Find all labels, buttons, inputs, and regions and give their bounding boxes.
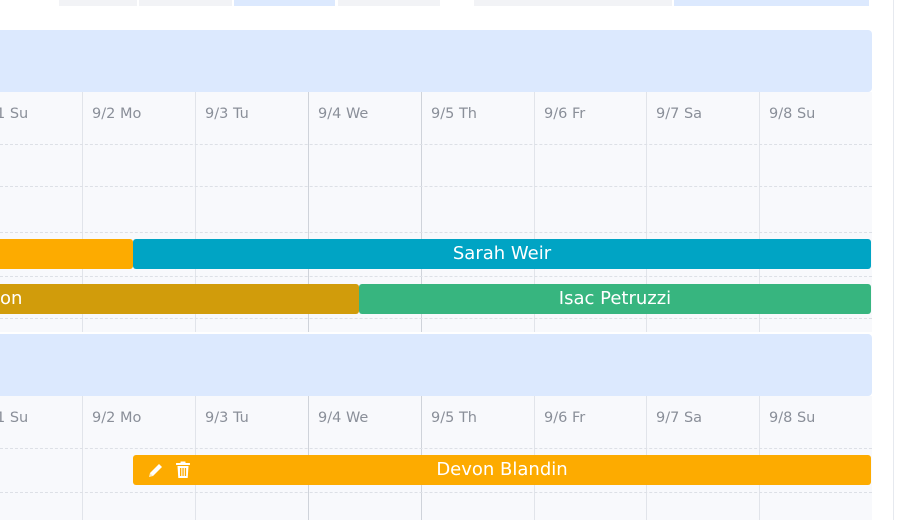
booking-bar-sarah-weir[interactable]: Sarah Weir [133,239,871,269]
day-label-fri: 9/6 Fr [544,410,586,426]
day-label-mon: 9/2 Mo [92,106,142,122]
section-header-2 [0,334,872,396]
day-label-sun-2: 9/8 Su [769,106,816,122]
booking-bar-orange[interactable] [0,239,133,269]
day-label-sun-2: 9/8 Su [769,410,816,426]
day-label-tue: 9/3 Tu [205,106,249,122]
day-label-tue: 9/3 Tu [205,410,249,426]
row-divider [0,448,872,449]
row-divider [0,232,872,233]
day-label-mon: 9/2 Mo [92,410,142,426]
day-label-fri: 9/6 Fr [544,106,586,122]
booking-bar-devon-blandin[interactable]: Devon Blandin [133,455,871,485]
row-divider [0,186,872,187]
day-label-sun: 1 Su [0,410,29,426]
day-label-sat: 9/7 Sa [656,106,703,122]
row-divider [0,318,872,319]
booking-label: on [0,288,23,309]
top-strip-seg-3 [234,0,335,6]
scrollbar-divider [893,0,894,520]
top-strip-seg-2 [139,0,232,6]
top-strip-seg-5 [474,0,672,6]
booking-bar-mustard[interactable]: on [0,284,359,314]
booking-label: Sarah Weir [452,243,552,264]
top-strip-seg-4 [338,0,440,6]
booking-label: Devon Blandin [436,459,568,480]
day-label-thu: 9/5 Th [431,410,477,426]
row-divider [0,276,872,277]
bar-actions [147,455,191,485]
row-divider [0,144,872,145]
top-strip-seg-6 [674,0,869,6]
day-label-thu: 9/5 Th [431,106,477,122]
day-label-wed: 9/4 We [318,106,369,122]
booking-bar-isac-petruzzi[interactable]: Isac Petruzzi [359,284,871,314]
day-label-sun: 1 Su [0,106,29,122]
booking-label: Isac Petruzzi [558,288,672,309]
top-strip-seg-1 [59,0,137,6]
day-label-wed: 9/4 We [318,410,369,426]
row-divider [0,492,872,493]
section-header-1 [0,30,872,92]
day-label-sat: 9/7 Sa [656,410,703,426]
trash-icon[interactable] [175,461,191,479]
pencil-icon[interactable] [147,461,165,479]
